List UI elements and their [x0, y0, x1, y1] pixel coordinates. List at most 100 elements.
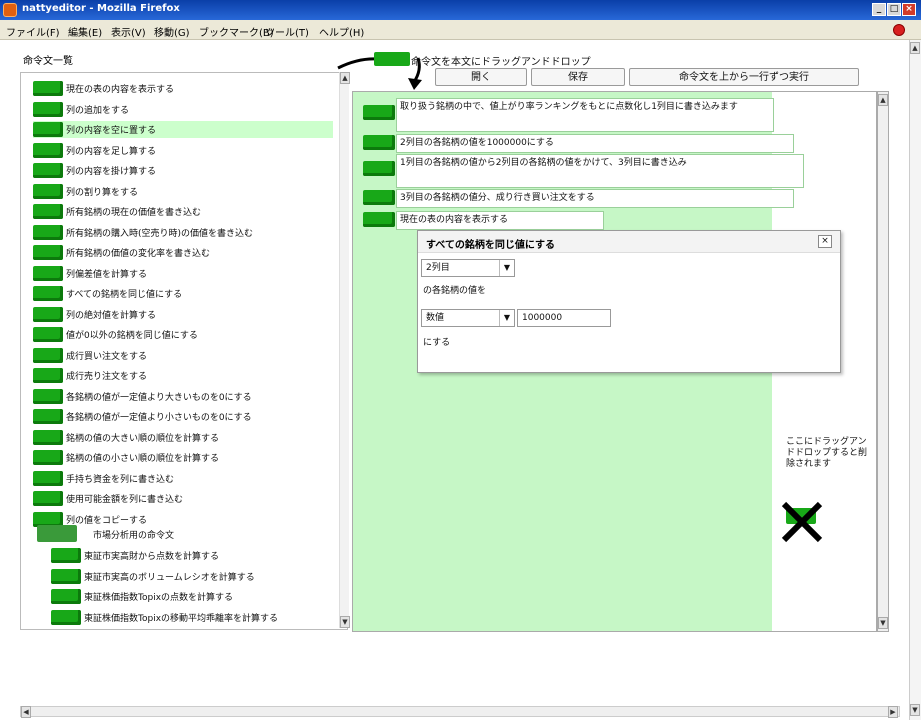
- column-select[interactable]: 2列目 ▼: [421, 259, 515, 277]
- command-block-icon[interactable]: [33, 204, 63, 219]
- command-block-icon[interactable]: [33, 429, 63, 445]
- command-label: 東証市実高のボリュームレシオを計算する: [84, 572, 255, 583]
- command-list-scrollbar[interactable]: ▲ ▼: [339, 72, 350, 628]
- command-block-icon[interactable]: [33, 327, 63, 342]
- dialog-text-1: の各銘柄の値を: [423, 286, 487, 296]
- command-item[interactable]: 列の内容を掛け算する: [33, 162, 333, 179]
- menu-tools[interactable]: ツール(T): [265, 24, 309, 39]
- scroll-right-icon[interactable]: ▶: [888, 706, 898, 718]
- command-block-icon[interactable]: [33, 224, 63, 240]
- group-command-item[interactable]: 東証株価指数Topixの点数を計算する: [51, 588, 341, 605]
- group-command-item[interactable]: 東証株価指数Topixの移動平均乖離率を計算する: [51, 609, 341, 626]
- command-label: 銘柄の値の大きい順の順位を計算する: [66, 433, 220, 444]
- command-block-icon[interactable]: [33, 142, 63, 158]
- command-block-icon[interactable]: [33, 122, 63, 137]
- command-item[interactable]: 成行買い注文をする: [33, 347, 333, 364]
- command-block-icon[interactable]: [363, 212, 395, 227]
- command-block-icon[interactable]: [33, 306, 63, 322]
- command-item[interactable]: 銘柄の値の大きい順の順位を計算する: [33, 429, 333, 446]
- program-step-label[interactable]: 3列目の各銘柄の値分、成り行き買い注文をする: [396, 189, 794, 208]
- command-block-icon[interactable]: [33, 163, 63, 178]
- scroll-up-icon[interactable]: ▲: [910, 42, 920, 54]
- command-block-icon[interactable]: [33, 450, 63, 465]
- menu-bookmarks[interactable]: ブックマーク(B): [199, 24, 274, 39]
- command-item[interactable]: 列の内容を空に置する: [33, 121, 333, 138]
- command-label: 東証市実高財から点数を計算する: [84, 552, 220, 562]
- command-block-icon[interactable]: [33, 388, 63, 404]
- program-step-label[interactable]: 現在の表の内容を表示する: [396, 211, 604, 230]
- scroll-down-icon[interactable]: ▼: [340, 616, 350, 628]
- open-button[interactable]: 開く: [435, 68, 527, 86]
- command-block-icon[interactable]: [33, 409, 63, 424]
- command-block-icon[interactable]: [33, 286, 63, 301]
- command-block-icon[interactable]: [33, 491, 63, 506]
- command-item[interactable]: 所有銘柄の価値の変化率を書き込む: [33, 244, 333, 261]
- page-vertical-scrollbar[interactable]: ▲ ▼: [909, 40, 921, 720]
- command-block-icon[interactable]: [51, 568, 81, 584]
- command-block-icon[interactable]: [51, 548, 81, 563]
- command-block-icon[interactable]: [33, 470, 63, 486]
- command-item[interactable]: 列の内容を足し算する: [33, 142, 333, 159]
- minimize-button[interactable]: _: [872, 3, 886, 16]
- menu-bar: ファイル(F) 編集(E) 表示(V) 移動(G) ブックマーク(B) ツール(…: [0, 20, 921, 40]
- command-block-icon[interactable]: [33, 368, 63, 383]
- command-item[interactable]: 手持ち資金を列に書き込む: [33, 470, 333, 487]
- group-command-item[interactable]: 東証市実高のボリュームレシオを計算する: [51, 568, 341, 585]
- command-block-icon[interactable]: [33, 81, 63, 96]
- menu-help[interactable]: ヘルプ(H): [319, 24, 364, 39]
- chevron-down-icon: ▼: [499, 310, 514, 326]
- command-item[interactable]: 値が0以外の銘柄を同じ値にする: [33, 326, 333, 343]
- scroll-down-icon[interactable]: ▼: [910, 704, 920, 716]
- type-select[interactable]: 数値 ▼: [421, 309, 515, 327]
- workspace-scrollbar[interactable]: ▲ ▼: [877, 91, 889, 632]
- command-item[interactable]: 使用可能金額を列に書き込む: [33, 490, 333, 507]
- command-item[interactable]: 列の値をコピーする: [33, 511, 333, 528]
- save-button[interactable]: 保存: [531, 68, 625, 86]
- command-item[interactable]: 所有銘柄の購入時(空売り時)の価値を書き込む: [33, 224, 333, 241]
- maximize-button[interactable]: □: [887, 3, 901, 16]
- command-item[interactable]: 列の追加をする: [33, 101, 333, 118]
- menu-go[interactable]: 移動(G): [154, 24, 190, 39]
- menu-view[interactable]: 表示(V): [111, 24, 146, 39]
- scroll-down-icon[interactable]: ▼: [878, 617, 888, 629]
- command-item[interactable]: 列の割り算をする: [33, 183, 333, 200]
- command-item[interactable]: 現在の表の内容を表示する: [33, 80, 333, 97]
- menu-file[interactable]: ファイル(F): [6, 24, 60, 39]
- command-item[interactable]: 銘柄の値の小さい順の順位を計算する: [33, 449, 333, 466]
- menu-edit[interactable]: 編集(E): [68, 24, 102, 39]
- command-list-title: 命令文一覧: [23, 56, 73, 67]
- command-item[interactable]: 各銘柄の値が一定値より小さいものを0にする: [33, 408, 333, 425]
- page-horizontal-scrollbar[interactable]: ◀ ▶: [20, 706, 900, 718]
- command-block-icon[interactable]: [33, 245, 63, 260]
- scroll-up-icon[interactable]: ▲: [878, 94, 888, 106]
- close-window-button[interactable]: ×: [902, 3, 916, 16]
- dialog-text-2: にする: [423, 338, 451, 348]
- command-label: 列の内容を空に置する: [66, 126, 157, 136]
- scroll-left-icon[interactable]: ◀: [21, 706, 31, 718]
- command-block-icon[interactable]: [33, 183, 63, 199]
- value-input[interactable]: 1000000: [517, 309, 611, 327]
- command-block-icon[interactable]: [33, 347, 63, 363]
- stop-icon[interactable]: [893, 24, 905, 36]
- dialog-close-button[interactable]: ×: [818, 235, 832, 248]
- command-item[interactable]: 列偏差値を計算する: [33, 265, 333, 282]
- program-step-label[interactable]: 1列目の各銘柄の値から2列目の各銘柄の値をかけて、3列目に書き込み: [396, 154, 804, 188]
- program-step-label[interactable]: 2列目の各銘柄の値を1000000にする: [396, 134, 794, 153]
- command-block-icon[interactable]: [33, 101, 63, 117]
- command-block-icon[interactable]: [363, 190, 395, 205]
- command-block-icon[interactable]: [363, 105, 395, 120]
- command-block-icon[interactable]: [51, 589, 81, 604]
- group-command-item[interactable]: 東証市実高財から点数を計算する: [51, 547, 341, 564]
- command-item[interactable]: 所有銘柄の現在の価値を書き込む: [33, 203, 333, 220]
- command-item[interactable]: 各銘柄の値が一定値より大きいものを0にする: [33, 388, 333, 405]
- command-item[interactable]: 成行売り注文をする: [33, 367, 333, 384]
- program-step-label[interactable]: 取り扱う銘柄の中で、値上がり率ランキングをもとに点数化し1列目に書き込みます: [396, 98, 774, 132]
- run-button[interactable]: 命令文を上から一行ずつ実行: [629, 68, 859, 86]
- command-block-icon[interactable]: [363, 135, 395, 150]
- command-block-icon[interactable]: [33, 265, 63, 281]
- command-block-icon[interactable]: [51, 609, 81, 625]
- command-item[interactable]: 列の絶対値を計算する: [33, 306, 333, 323]
- group-folder-icon[interactable]: [37, 525, 77, 542]
- command-item[interactable]: すべての銘柄を同じ値にする: [33, 285, 333, 302]
- command-block-icon[interactable]: [363, 161, 395, 176]
